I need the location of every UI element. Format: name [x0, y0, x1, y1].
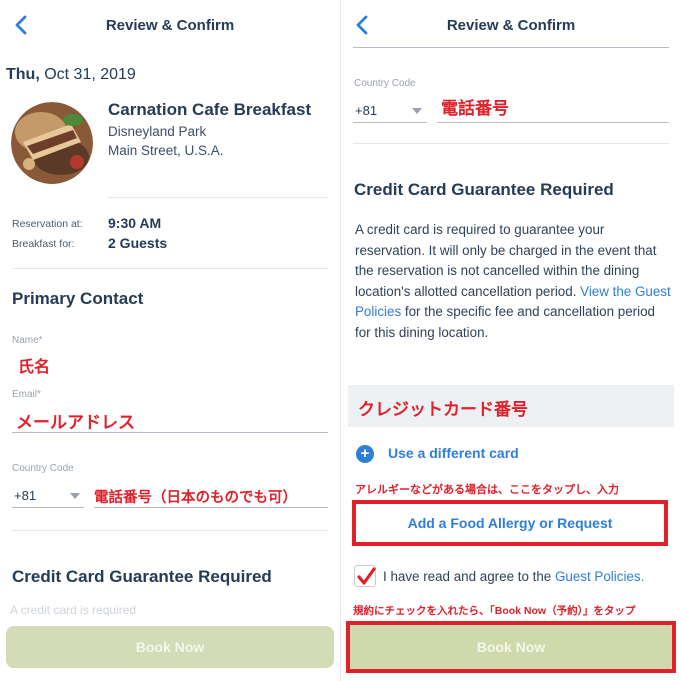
- email-field[interactable]: [12, 432, 328, 433]
- country-code-label: Country Code: [354, 78, 416, 89]
- phone-annotation: 電話番号（日本のものでも可）: [94, 490, 297, 506]
- credit-card-title: Credit Card Guarantee Required: [354, 180, 614, 199]
- phone-field[interactable]: [94, 507, 328, 508]
- page-title: Review & Confirm: [446, 17, 576, 34]
- restaurant-park: Disneyland Park: [108, 124, 207, 139]
- reservation-time-label: Reservation at:: [12, 218, 83, 230]
- left-screen: Review & Confirm Thu, Oct 31, 2019 Carna…: [0, 0, 340, 681]
- divider: [12, 530, 328, 531]
- checkmark-icon: [357, 567, 376, 585]
- phone-annotation: 電話番号: [441, 99, 509, 118]
- header: Review & Confirm: [341, 0, 681, 50]
- party-size-label: Breakfast for:: [12, 238, 75, 250]
- country-code-underline: [12, 507, 84, 508]
- restaurant-name: Carnation Cafe Breakfast: [108, 100, 312, 119]
- email-field-label: Email*: [12, 389, 41, 400]
- agree-text: I have read and agree to the Guest Polic…: [383, 569, 645, 584]
- country-code-label: Country Code: [12, 463, 74, 474]
- divider: [108, 197, 328, 198]
- agree-checkbox[interactable]: [354, 565, 376, 587]
- allergy-annotation: アレルギーなどがある場合は、ここをタップし、入力: [355, 484, 619, 496]
- name-annotation: 氏名: [18, 359, 51, 376]
- caret-down-icon[interactable]: [412, 108, 422, 114]
- plus-circle-icon[interactable]: +: [356, 445, 374, 463]
- book-now-button[interactable]: Book Now: [350, 625, 672, 669]
- guest-policies-link[interactable]: Guest Policies.: [555, 569, 644, 584]
- phone-field[interactable]: [437, 122, 669, 123]
- divider: [353, 47, 669, 48]
- credit-card-description-cut: A credit card is required: [10, 603, 137, 617]
- country-code-select[interactable]: +81: [355, 103, 377, 118]
- credit-card-title: Credit Card Guarantee Required: [12, 567, 272, 586]
- right-screen: Review & Confirm Country Code +81 電話番号 C…: [341, 0, 681, 681]
- header: Review & Confirm: [0, 0, 340, 50]
- primary-contact-title: Primary Contact: [12, 289, 144, 308]
- country-code-select[interactable]: +81: [14, 488, 36, 503]
- divider: [353, 143, 669, 144]
- name-field-label: Name*: [12, 335, 43, 346]
- caret-down-icon[interactable]: [70, 493, 80, 499]
- restaurant-area: Main Street, U.S.A.: [108, 143, 224, 158]
- divider: [12, 268, 328, 269]
- page-title: Review & Confirm: [105, 17, 235, 34]
- use-different-card-link[interactable]: Use a different card: [388, 445, 519, 461]
- add-food-allergy-button[interactable]: Add a Food Allergy or Request: [352, 500, 668, 546]
- book-now-button[interactable]: Book Now: [6, 626, 334, 668]
- checkbox-annotation: 規約にチェックを入れたら、「Book Now（予約）」をタップ: [353, 605, 636, 617]
- credit-card-number-field[interactable]: クレジットカード番号: [348, 385, 674, 427]
- restaurant-food-image: [11, 102, 93, 184]
- credit-card-description: A credit card is required to guarantee y…: [355, 222, 671, 340]
- country-code-underline: [353, 122, 427, 123]
- email-annotation: メールアドレス: [16, 413, 135, 432]
- party-size-value: 2 Guests: [108, 235, 168, 251]
- card-number-annotation: クレジットカード番号: [358, 400, 528, 419]
- reservation-time-value: 9:30 AM: [108, 215, 162, 231]
- reservation-date: Thu, Oct 31, 2019: [6, 66, 136, 83]
